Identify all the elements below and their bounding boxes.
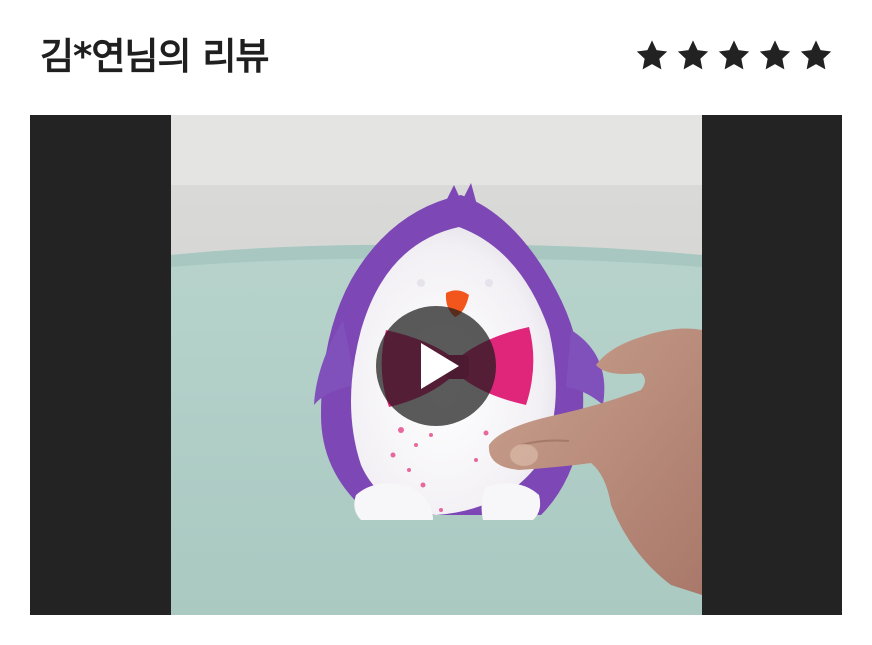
star-icon xyxy=(677,40,709,70)
play-icon xyxy=(421,343,459,389)
star-rating xyxy=(634,38,834,74)
star-icon xyxy=(636,40,668,70)
review-header: 김*연님의 리뷰 xyxy=(0,0,872,115)
star-icon xyxy=(800,40,832,70)
review-title: 김*연님의 리뷰 xyxy=(40,35,269,78)
review-video-player[interactable] xyxy=(30,115,842,615)
play-button[interactable] xyxy=(376,306,496,426)
star-icon xyxy=(759,40,791,70)
star-icon xyxy=(718,40,750,70)
